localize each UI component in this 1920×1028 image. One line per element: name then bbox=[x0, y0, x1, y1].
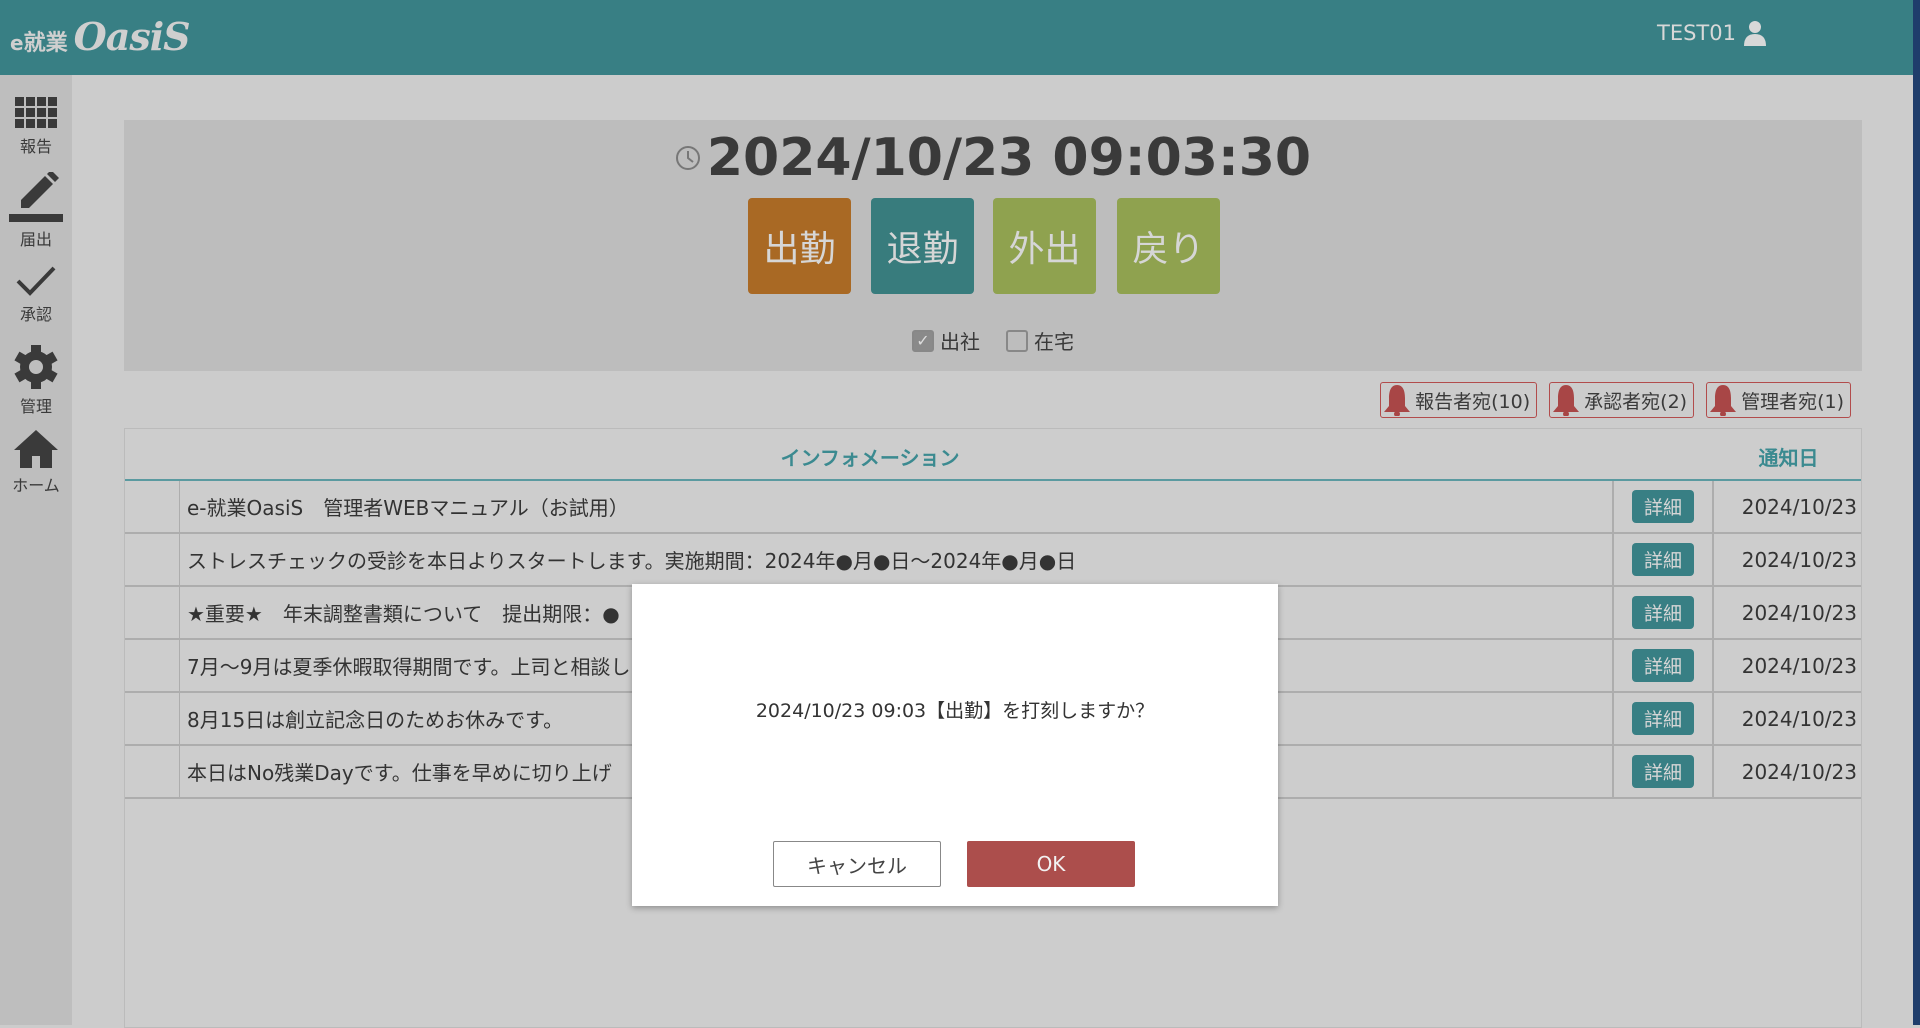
row-spacer bbox=[125, 746, 180, 797]
bell-icon bbox=[1710, 385, 1737, 416]
badge-label: 報告者宛(10) bbox=[1415, 390, 1531, 413]
approver-notifications[interactable]: 承認者宛(2) bbox=[1549, 382, 1695, 418]
punch-panel: 2024/10/23 09:03:30 出勤 退勤 外出 戻り ✓ 出社 在宅 bbox=[124, 120, 1862, 371]
info-text[interactable]: ストレスチェックの受診を本日よりスタートします。実施期間：2024年●月●日～2… bbox=[180, 534, 1614, 585]
sidebar-label: 承認 bbox=[19, 305, 52, 324]
detail-cell: 詳細 bbox=[1614, 534, 1714, 585]
remote-checkbox[interactable]: 在宅 bbox=[1006, 326, 1074, 355]
sidebar-item-home[interactable]: ホーム bbox=[0, 430, 72, 496]
detail-button[interactable]: 詳細 bbox=[1631, 543, 1694, 576]
sidebar-item-approve[interactable]: 承認 bbox=[0, 265, 72, 325]
check-icon bbox=[16, 266, 56, 296]
row-spacer bbox=[125, 534, 180, 585]
logo-e: e bbox=[10, 31, 24, 55]
pencil-icon bbox=[9, 172, 63, 222]
home-icon bbox=[14, 430, 58, 468]
app-logo[interactable]: e 就業 OasiS bbox=[10, 14, 191, 59]
notify-date: 2024/10/23 bbox=[1741, 653, 1857, 678]
detail-cell: 詳細 bbox=[1614, 481, 1714, 532]
window-edge bbox=[1913, 0, 1920, 1025]
detail-button[interactable]: 詳細 bbox=[1631, 649, 1694, 682]
logo-jp: 就業 bbox=[23, 31, 68, 56]
table-header: インフォメーション 通知日 bbox=[125, 429, 1861, 481]
confirm-dialog: 2024/10/23 09:03【出勤】を打刻しますか？ キャンセル OK bbox=[632, 584, 1278, 906]
sidebar-item-admin[interactable]: 管理 bbox=[0, 345, 72, 417]
info-text[interactable]: e-就業OasiS 管理者WEBマニュアル（お試用） bbox=[180, 481, 1614, 532]
current-datetime: 2024/10/23 09:03:30 bbox=[706, 128, 1312, 188]
info-column-header: インフォメーション bbox=[780, 446, 960, 470]
badge-label: 管理者宛(1) bbox=[1741, 390, 1844, 413]
detail-button[interactable]: 詳細 bbox=[1631, 596, 1694, 629]
detail-cell: 詳細 bbox=[1614, 746, 1714, 797]
reporter-notifications[interactable]: 報告者宛(10) bbox=[1380, 382, 1538, 418]
checkbox-label: 出社 bbox=[940, 330, 980, 354]
detail-cell: 詳細 bbox=[1614, 640, 1714, 691]
logo-name: OasiS bbox=[73, 14, 191, 59]
gear-icon bbox=[14, 345, 58, 389]
return-button[interactable]: 戻り bbox=[1117, 198, 1220, 294]
user-icon bbox=[1743, 21, 1766, 46]
clock-out-button[interactable]: 退勤 bbox=[871, 198, 974, 294]
bell-icon bbox=[1384, 385, 1411, 416]
row-spacer bbox=[125, 693, 180, 744]
ok-button[interactable]: OK bbox=[967, 841, 1135, 887]
clock: 2024/10/23 09:03:30 bbox=[124, 128, 1862, 188]
notify-date: 2024/10/23 bbox=[1741, 494, 1857, 519]
dialog-message: 2024/10/23 09:03【出勤】を打刻しますか？ bbox=[755, 700, 1155, 722]
detail-cell: 詳細 bbox=[1614, 693, 1714, 744]
go-out-button[interactable]: 外出 bbox=[993, 198, 1096, 294]
notify-date: 2024/10/23 bbox=[1741, 600, 1857, 625]
checkbox-label: 在宅 bbox=[1034, 330, 1074, 354]
notification-badges: 報告者宛(10) 承認者宛(2) 管理者宛(1) bbox=[1380, 382, 1851, 418]
row-spacer bbox=[125, 640, 180, 691]
detail-button[interactable]: 詳細 bbox=[1631, 755, 1694, 788]
sidebar-item-report[interactable]: 報告 bbox=[0, 97, 72, 157]
row-spacer bbox=[125, 481, 180, 532]
cancel-button[interactable]: キャンセル bbox=[773, 841, 941, 887]
clock-in-button[interactable]: 出勤 bbox=[748, 198, 851, 294]
admin-notifications[interactable]: 管理者宛(1) bbox=[1706, 382, 1851, 418]
table-row: e-就業OasiS 管理者WEBマニュアル（お試用） 詳細 2024/10/23 bbox=[125, 481, 1861, 534]
bell-icon bbox=[1553, 385, 1580, 416]
sidebar: 報告 届出 承認 管理 ホーム bbox=[0, 75, 72, 1025]
sidebar-item-request[interactable]: 届出 bbox=[0, 172, 72, 250]
table-row: ストレスチェックの受診を本日よりスタートします。実施期間：2024年●月●日～2… bbox=[125, 534, 1861, 587]
sidebar-label: 届出 bbox=[19, 230, 52, 249]
notify-date: 2024/10/23 bbox=[1741, 759, 1857, 784]
detail-cell: 詳細 bbox=[1614, 587, 1714, 638]
checkbox-unchecked-icon bbox=[1006, 329, 1028, 352]
user-menu[interactable]: TEST01 bbox=[1657, 20, 1766, 46]
sidebar-label: 報告 bbox=[19, 137, 52, 156]
clock-icon bbox=[675, 146, 700, 170]
app-header: e 就業 OasiS TEST01 bbox=[0, 0, 1915, 75]
user-name: TEST01 bbox=[1657, 21, 1736, 45]
notify-date: 2024/10/23 bbox=[1741, 706, 1857, 731]
notify-date: 2024/10/23 bbox=[1741, 547, 1857, 572]
sidebar-label: 管理 bbox=[19, 397, 52, 416]
row-spacer bbox=[125, 587, 180, 638]
detail-button[interactable]: 詳細 bbox=[1631, 702, 1694, 735]
sidebar-label: ホーム bbox=[12, 476, 60, 495]
badge-label: 承認者宛(2) bbox=[1584, 390, 1688, 413]
detail-button[interactable]: 詳細 bbox=[1631, 490, 1694, 523]
grid-icon bbox=[15, 97, 57, 128]
checkbox-checked-icon: ✓ bbox=[912, 329, 934, 352]
date-column-header: 通知日 bbox=[1758, 446, 1819, 470]
office-checkbox[interactable]: ✓ 出社 bbox=[912, 326, 980, 355]
